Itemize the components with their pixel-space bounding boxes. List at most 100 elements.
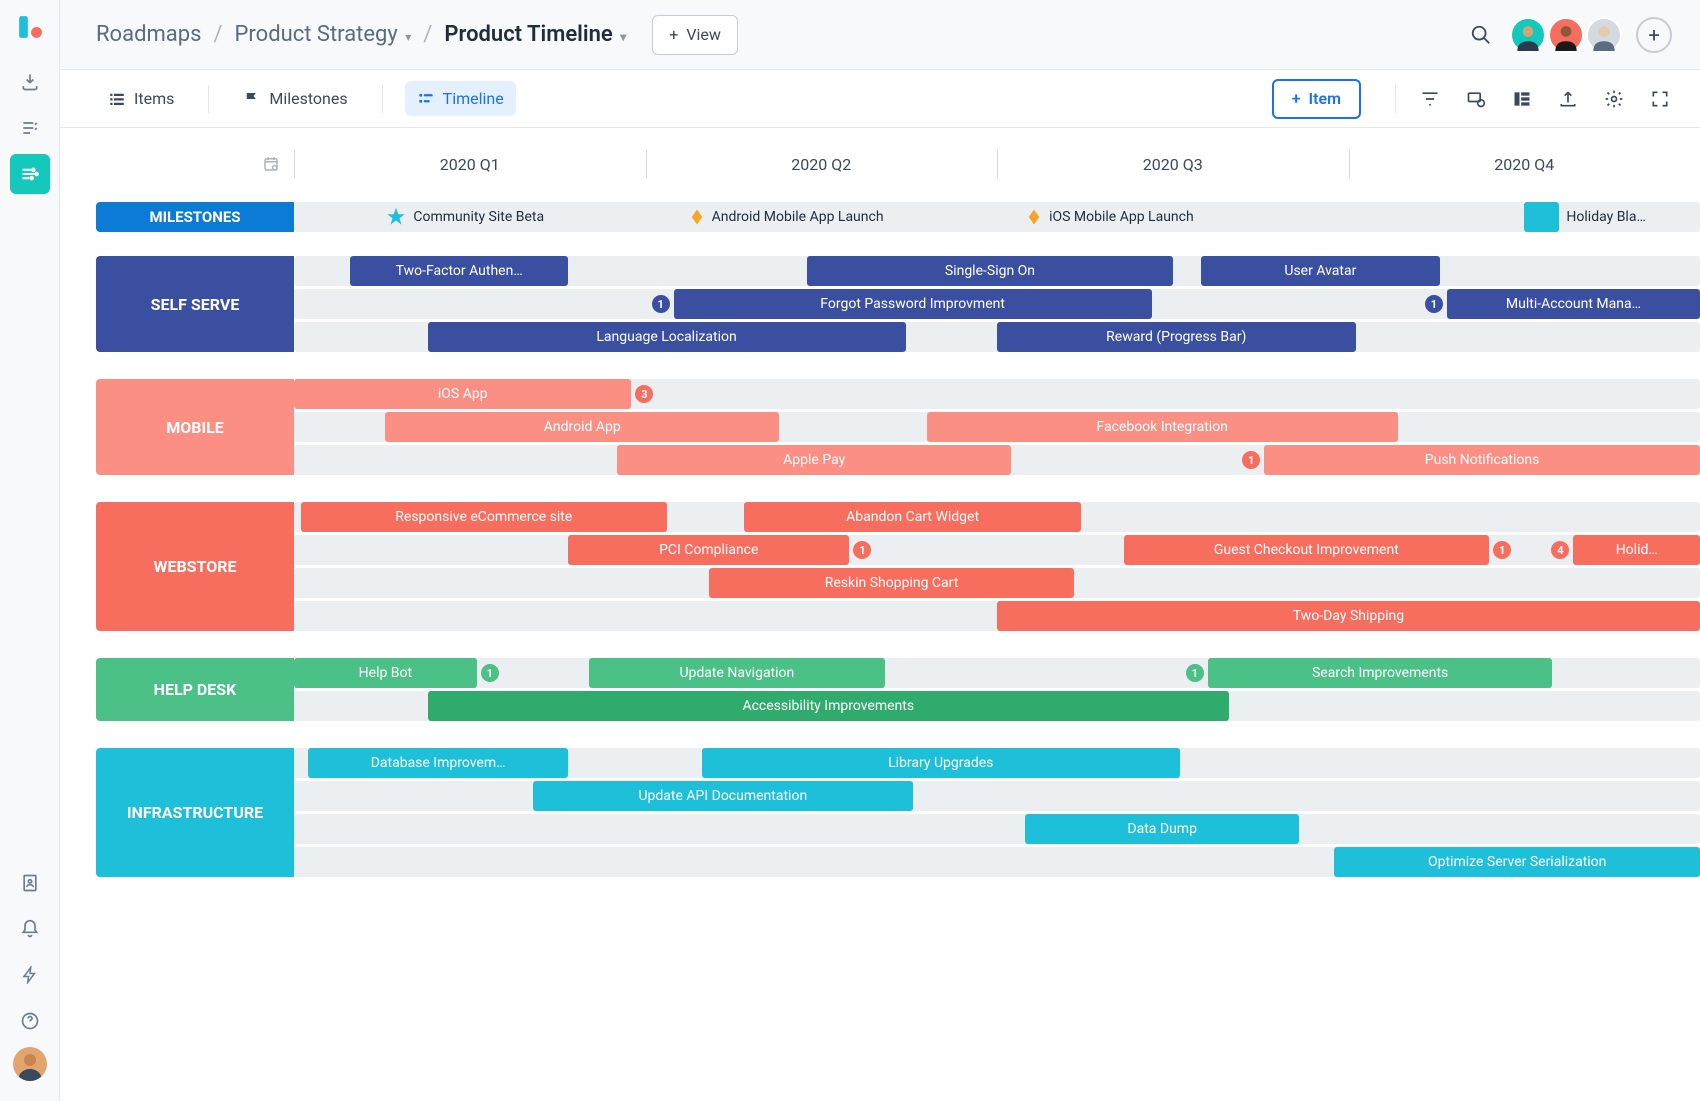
breadcrumb-mid[interactable]: Product Strategy ▾ [235, 22, 412, 47]
collaborator-avatar[interactable] [1548, 17, 1584, 53]
timeline-bar[interactable]: Reskin Shopping Cart [709, 568, 1075, 598]
count-badge: 4 [1551, 541, 1569, 559]
count-badge: 1 [853, 541, 871, 559]
timeline-bar[interactable]: Multi-Account Mana… [1447, 289, 1700, 319]
lane-label: SELF SERVE [96, 256, 294, 352]
timeline-bar[interactable]: Update Navigation [589, 658, 884, 688]
timeline-bar[interactable]: Facebook Integration [927, 412, 1398, 442]
milestone-block [1524, 202, 1559, 232]
divider [208, 85, 209, 113]
timeline-bar[interactable]: Holid… [1573, 535, 1700, 565]
timeline-bar[interactable]: Help Bot [294, 658, 477, 688]
timeline-settings-icon[interactable] [96, 144, 294, 184]
quarter-header: 2020 Q12020 Q22020 Q32020 Q4 [294, 144, 1700, 184]
link-settings-icon[interactable] [1464, 89, 1488, 109]
lane-row: Help Bot 1 Update Navigation Search Improve… [294, 658, 1700, 688]
filter-icon[interactable] [1418, 89, 1442, 109]
timeline-bar[interactable]: Two-Factor Authen… [350, 256, 568, 286]
tab-items[interactable]: Items [96, 81, 186, 116]
user-avatar[interactable] [13, 1047, 47, 1081]
add-item-button[interactable]: +Item [1272, 79, 1361, 119]
nav-bolt-icon[interactable] [10, 955, 50, 995]
lane-row: Update API Documentation [294, 781, 1700, 811]
chevron-down-icon: ▾ [620, 30, 626, 44]
lane-row: Forgot Password Improvment1Multi-Account… [294, 289, 1700, 319]
collaborator-avatar[interactable] [1586, 17, 1622, 53]
lane-rows: Responsive eCommerce site Abandon Cart Wi… [294, 502, 1700, 634]
timeline-bar[interactable]: Guest Checkout Improvement [1124, 535, 1490, 565]
count-badge: 3 [635, 385, 653, 403]
timeline-bar[interactable]: Forgot Password Improvment [674, 289, 1152, 319]
collaborator-avatar[interactable] [1510, 17, 1546, 53]
lane-row: Responsive eCommerce site Abandon Cart Wi… [294, 502, 1700, 532]
lane-label: INFRASTRUCTURE [96, 748, 294, 877]
plus-icon: + [1292, 89, 1301, 108]
search-icon[interactable] [1470, 24, 1492, 46]
timeline-bar[interactable]: Accessibility Improvements [428, 691, 1229, 721]
timeline-bar[interactable]: iOS App [294, 379, 631, 409]
fullscreen-icon[interactable] [1648, 89, 1672, 109]
breadcrumb-separator: / [209, 22, 226, 47]
quarter-label: 2020 Q4 [1349, 144, 1700, 184]
milestone[interactable]: Community Site Beta [385, 202, 544, 232]
timeline-bar[interactable]: Language Localization [428, 322, 906, 352]
timeline-bar[interactable]: Data Dump [1025, 814, 1299, 844]
export-icon[interactable] [1556, 89, 1580, 109]
timeline-bar[interactable]: Reward (Progress Bar) [997, 322, 1356, 352]
quarter-label: 2020 Q2 [646, 144, 998, 184]
quarter-label: 2020 Q3 [997, 144, 1349, 184]
lane-row: iOS App3 [294, 379, 1700, 409]
count-badge: 1 [1242, 451, 1260, 469]
nav-contacts-icon[interactable] [10, 863, 50, 903]
nav-notifications-icon[interactable] [10, 909, 50, 949]
milestone[interactable]: Android Mobile App Launch [688, 202, 884, 232]
lane-row: Optimize Server Serialization [294, 847, 1700, 877]
lane-label: WEBSTORE [96, 502, 294, 631]
nav-import-icon[interactable] [10, 62, 50, 102]
count-badge: 1 [1186, 664, 1204, 682]
milestones-lane-label: MILESTONES [96, 202, 294, 232]
timeline-bar[interactable]: Responsive eCommerce site [301, 502, 667, 532]
tab-milestones[interactable]: Milestones [231, 81, 359, 116]
timeline-bar[interactable]: Database Improvem… [308, 748, 568, 778]
timeline-bar[interactable]: Update API Documentation [533, 781, 913, 811]
milestones-row: Community Site Beta Android Mobile App La… [294, 202, 1700, 232]
breadcrumb-root[interactable]: Roadmaps [96, 22, 201, 47]
timeline-bar[interactable]: Single-Sign On [807, 256, 1173, 286]
divider [1395, 85, 1396, 113]
milestone[interactable]: Holiday Bla… [1566, 202, 1645, 232]
timeline-bar[interactable]: Search Improvements [1208, 658, 1552, 688]
nav-list-icon[interactable] [10, 108, 50, 148]
lane-row: Android App Facebook Integration [294, 412, 1700, 442]
left-nav-rail [0, 0, 60, 1101]
lane-row: Data Dump [294, 814, 1700, 844]
nav-timeline-icon[interactable] [10, 154, 50, 194]
tab-timeline[interactable]: Timeline [405, 81, 516, 116]
timeline-bar[interactable]: Apple Pay [617, 445, 1011, 475]
breadcrumb-separator: / [419, 22, 436, 47]
timeline-bar[interactable]: Two-Day Shipping [997, 601, 1700, 631]
count-badge: 1 [652, 295, 670, 313]
timeline-bar[interactable]: Abandon Cart Widget [744, 502, 1081, 532]
lane-row: Accessibility Improvements [294, 691, 1700, 721]
timeline-bar[interactable]: User Avatar [1201, 256, 1440, 286]
lane-row: PCI Compliance1Guest Checkout Improvemen… [294, 535, 1700, 565]
count-badge: 1 [1493, 541, 1511, 559]
timeline-bar[interactable]: Optimize Server Serialization [1334, 847, 1700, 877]
count-badge: 1 [1425, 295, 1443, 313]
timeline-bar[interactable]: Android App [385, 412, 779, 442]
add-collaborator-button[interactable]: + [1636, 17, 1672, 53]
layout-icon[interactable] [1510, 89, 1534, 109]
add-view-button[interactable]: +View [652, 15, 738, 55]
chevron-down-icon: ▾ [405, 30, 411, 44]
lane-row: Language Localization Reward (Progress Ba… [294, 322, 1700, 352]
nav-help-icon[interactable] [10, 1001, 50, 1041]
timeline-bar[interactable]: Library Upgrades [702, 748, 1180, 778]
milestone[interactable]: iOS Mobile App Launch [1025, 202, 1194, 232]
gear-icon[interactable] [1602, 89, 1626, 109]
timeline-bar[interactable]: Push Notifications [1264, 445, 1700, 475]
timeline-bar[interactable]: PCI Compliance [568, 535, 849, 565]
lane-label: HELP DESK [96, 658, 294, 721]
breadcrumb-leaf[interactable]: Product Timeline ▾ [444, 22, 626, 47]
lane-row: Database Improvem… Library Upgrades [294, 748, 1700, 778]
